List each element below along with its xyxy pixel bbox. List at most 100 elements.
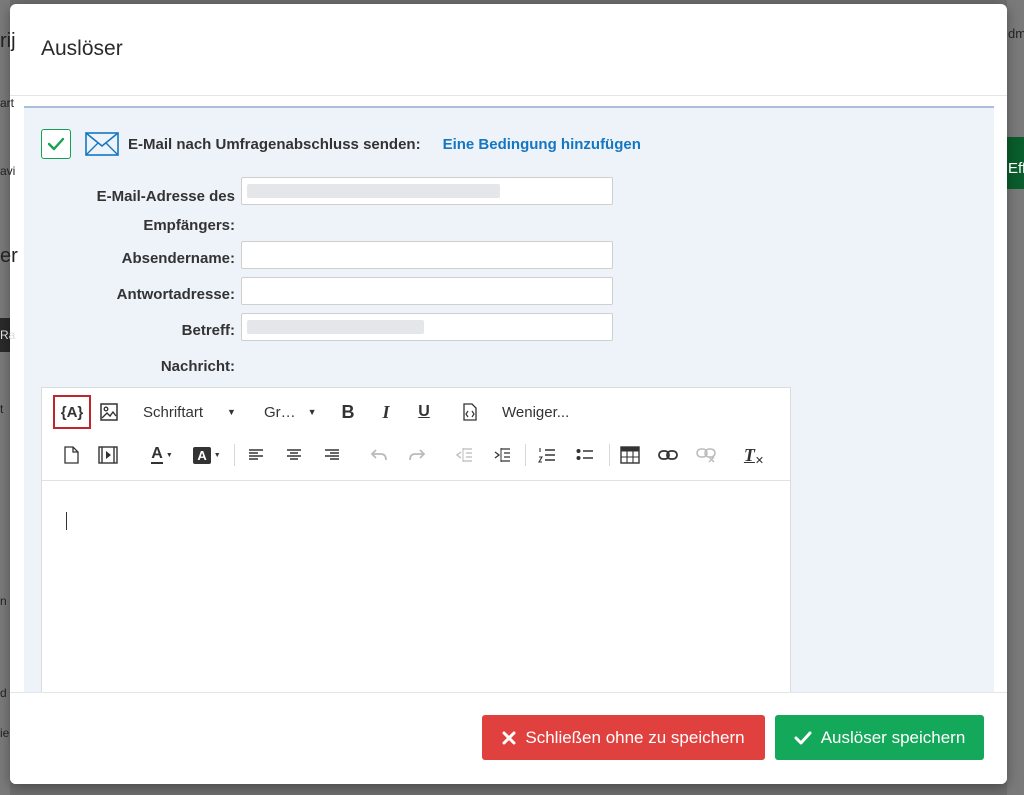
close-without-saving-button[interactable]: Schließen ohne zu speichern: [482, 715, 765, 760]
italic-button[interactable]: I: [375, 400, 397, 424]
reply-address-label: Antwortadresse:: [116, 286, 235, 303]
background-text-fragment: avi: [0, 164, 16, 178]
dropdown-caret-icon: ▼: [213, 451, 221, 459]
save-trigger-label: Auslöser speichern: [820, 727, 966, 747]
clear-formatting-glyph: T: [743, 444, 755, 465]
trigger-panel: E-Mail nach Umfragenabschluss senden: Ei…: [24, 106, 994, 692]
sender-name-input[interactable]: [241, 241, 613, 269]
text-color-button[interactable]: A ▼: [146, 443, 178, 467]
source-code-button[interactable]: [459, 400, 481, 424]
font-size-label: Gr…: [264, 403, 296, 421]
recipient-label-line1: E-Mail-Adresse des: [96, 188, 235, 205]
align-right-icon: [325, 449, 339, 460]
editor-content-area[interactable]: [42, 482, 790, 692]
align-center-icon: [287, 449, 301, 460]
numbered-list-button[interactable]: [536, 443, 558, 467]
remove-link-button[interactable]: [695, 443, 717, 467]
insert-image-button[interactable]: [98, 400, 120, 424]
redo-button[interactable]: [406, 443, 428, 467]
bullet-list-icon: [576, 449, 593, 460]
background-text-fragment: n: [0, 594, 7, 608]
reply-address-input[interactable]: [241, 277, 613, 305]
check-icon: [794, 731, 812, 744]
recipient-email-input[interactable]: [241, 177, 613, 205]
redo-icon: [409, 449, 426, 461]
trigger-modal: Auslöser E-Mail nach Umfragenabschluss s: [10, 4, 1007, 784]
insert-link-button[interactable]: [657, 443, 679, 467]
subject-label: Betreff:: [181, 322, 235, 339]
outdent-icon: [455, 448, 472, 462]
bullet-list-button[interactable]: [574, 443, 596, 467]
increase-indent-button[interactable]: [491, 443, 513, 467]
trigger-row: E-Mail nach Umfragenabschluss senden: Ei…: [41, 128, 641, 160]
undo-button[interactable]: [368, 443, 390, 467]
image-icon: [100, 403, 118, 421]
show-less-button[interactable]: Weniger...: [502, 400, 569, 424]
close-without-saving-label: Schließen ohne zu speichern: [525, 727, 745, 747]
underline-button[interactable]: U: [413, 400, 435, 424]
numbered-list-icon: [538, 448, 555, 463]
clear-formatting-button[interactable]: T ✕: [742, 443, 766, 467]
modal-footer: Schließen ohne zu speichern Auslöser spe…: [10, 692, 1007, 784]
bold-glyph: B: [341, 401, 355, 422]
link-icon: [658, 450, 678, 460]
subject-input[interactable]: [241, 313, 613, 341]
underline-glyph: U: [418, 403, 430, 420]
show-less-label: Weniger...: [502, 403, 570, 421]
background-text-fragment: ie: [0, 726, 10, 740]
align-left-button[interactable]: [245, 443, 267, 467]
background-color-glyph: A: [193, 446, 211, 464]
new-document-button[interactable]: [60, 443, 82, 467]
close-icon: ✕: [754, 454, 765, 467]
decrease-indent-button[interactable]: [453, 443, 475, 467]
font-family-label: Schriftart: [143, 403, 204, 421]
modal-body: E-Mail nach Umfragenabschluss senden: Ei…: [10, 96, 1007, 692]
toolbar-separator: [609, 444, 610, 466]
dropdown-caret-icon: ▼: [307, 407, 317, 417]
insert-table-button[interactable]: [619, 443, 641, 467]
font-family-dropdown[interactable]: Schriftart ▼: [143, 400, 236, 424]
message-label: Nachricht:: [160, 358, 235, 375]
text-color-glyph: A: [151, 445, 163, 464]
message-editor: {A} Schriftart ▼ Gr… ▼ B I U Weniger... …: [41, 387, 791, 692]
background-text-fragment: rij: [0, 30, 16, 52]
save-trigger-button[interactable]: Auslöser speichern: [775, 715, 984, 760]
bold-button[interactable]: B: [337, 400, 359, 424]
envelope-icon: [85, 132, 119, 156]
background-text-fragment: t: [0, 402, 4, 416]
background-page-left: [0, 0, 10, 795]
background-text-fragment: dm: [1008, 26, 1024, 41]
placeholder-glyph: {A}: [60, 403, 84, 421]
italic-glyph: I: [382, 401, 390, 422]
align-center-button[interactable]: [283, 443, 305, 467]
send-email-checkbox[interactable]: [41, 129, 71, 159]
toolbar-separator: [525, 444, 526, 466]
background-text-fragment: art: [0, 96, 15, 110]
video-icon: [98, 446, 118, 464]
text-cursor: [66, 512, 67, 530]
background-text-fragment: d: [0, 686, 7, 700]
recipient-redacted-value: [247, 184, 500, 198]
font-size-dropdown[interactable]: Gr… ▼: [264, 400, 317, 424]
dropdown-caret-icon: ▼: [165, 451, 173, 459]
insert-placeholder-button[interactable]: {A}: [53, 395, 91, 429]
toolbar-separator: [234, 444, 235, 466]
background-page-right: [1007, 0, 1024, 795]
new-document-icon: [63, 446, 79, 464]
recipient-label-line2: Empfängers:: [143, 217, 235, 234]
background-color-button[interactable]: A ▼: [190, 443, 224, 467]
align-right-button[interactable]: [321, 443, 343, 467]
modal-title: Auslöser: [41, 37, 123, 60]
background-text-fragment: Ra: [0, 328, 16, 342]
trigger-label: E-Mail nach Umfragenabschluss senden:: [128, 135, 421, 153]
undo-icon: [370, 449, 387, 461]
add-condition-link[interactable]: Eine Bedingung hinzufügen: [443, 136, 641, 153]
background-text-fragment: Eff: [1008, 160, 1024, 177]
source-code-icon: [463, 403, 477, 421]
insert-video-button[interactable]: [97, 443, 119, 467]
background-text-fragment: er: [0, 245, 18, 267]
subject-redacted-value: [247, 320, 424, 334]
table-icon: [620, 446, 640, 464]
close-icon: [502, 731, 516, 744]
sender-name-label: Absendername:: [121, 250, 235, 267]
